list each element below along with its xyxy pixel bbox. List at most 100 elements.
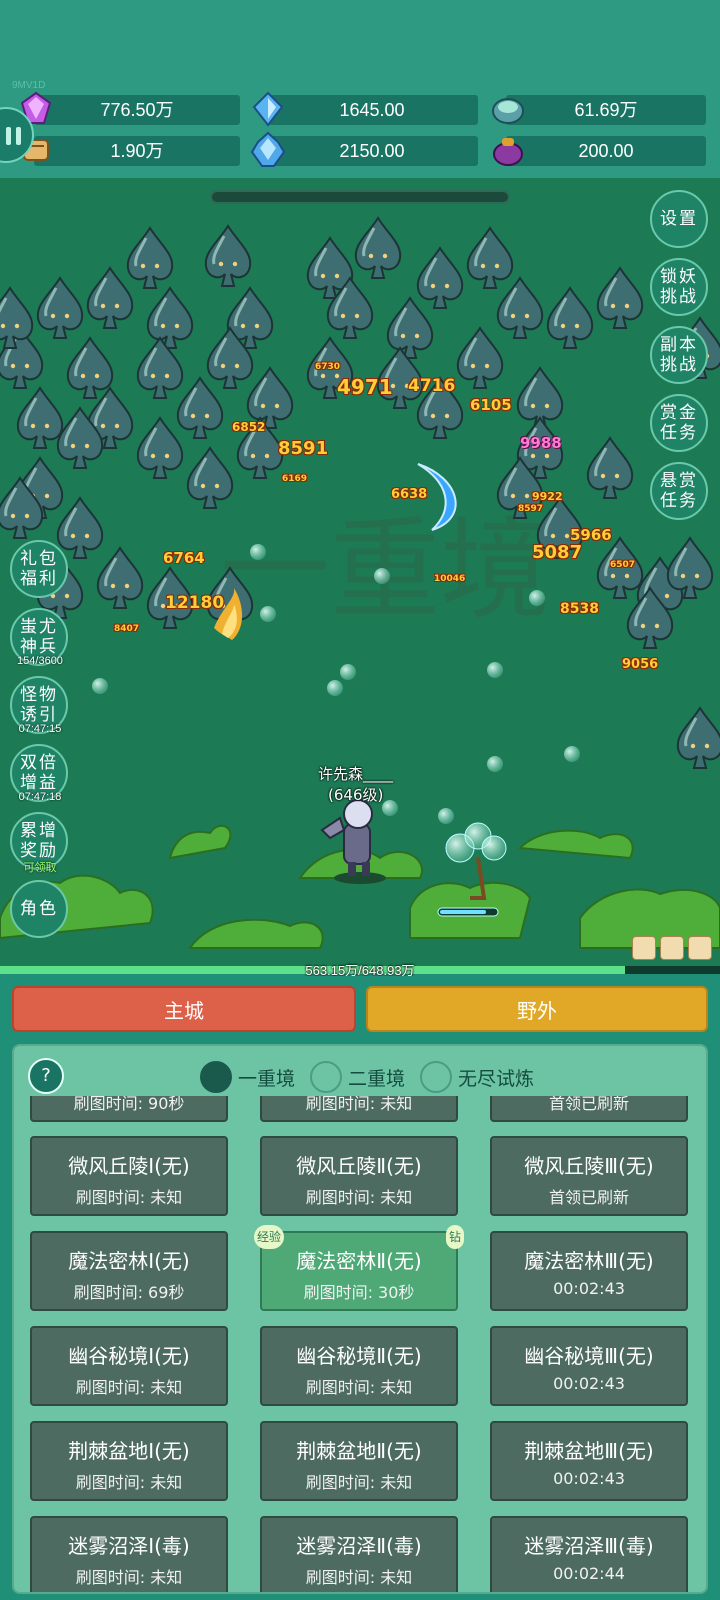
realm-option-1[interactable]: 一重境 xyxy=(200,1060,295,1094)
reward-claimable: 可领取 xyxy=(23,862,57,874)
radio-selected-icon xyxy=(200,1061,232,1093)
hand-icon[interactable] xyxy=(660,936,684,960)
button-label: 赏金任务 xyxy=(660,403,698,443)
auto-icon[interactable] xyxy=(632,936,656,960)
map-status: 00:02:43 xyxy=(553,1469,625,1488)
button-label: 累增奖励 xyxy=(20,821,58,861)
realm-label: 二重境 xyxy=(348,1067,406,1090)
map-title: 魔法密林Ⅰ(无) xyxy=(68,1249,190,1273)
settings-button[interactable]: 设置 xyxy=(650,190,708,248)
battle-scene-art: 一重境 xyxy=(0,178,720,968)
damage-number: 8407 xyxy=(114,624,140,634)
map-card[interactable]: 魔法密林Ⅰ(无) 刷图时间: 69秒 xyxy=(30,1231,228,1311)
resource-gems: 776.50万 xyxy=(20,91,240,125)
map-card[interactable]: 迷雾沼泽Ⅲ(毒) 00:02:44 xyxy=(490,1516,688,1592)
button-label: 角色 xyxy=(20,899,58,919)
button-label: 怪物诱引 xyxy=(20,685,58,725)
map-card[interactable]: 荆棘盆地Ⅲ(无) 00:02:43 xyxy=(490,1421,688,1501)
map-card[interactable]: 刷图时间: 90秒 xyxy=(30,1096,228,1122)
lure-timer: 07:47:15 xyxy=(18,723,62,735)
map-card[interactable]: 首领已刷新 xyxy=(490,1096,688,1122)
realm-option-3[interactable]: 无尽试炼 xyxy=(420,1060,534,1094)
map-card[interactable]: 迷雾沼泽Ⅱ(毒) 刷图时间: 未知 xyxy=(260,1516,458,1592)
realm-label: 无尽试炼 xyxy=(458,1067,535,1090)
damage-number: 6638 xyxy=(391,487,428,502)
button-label: 副本挑战 xyxy=(660,335,698,375)
map-card[interactable]: 荆棘盆地Ⅱ(无) 刷图时间: 未知 xyxy=(260,1421,458,1501)
damage-number: 4971 xyxy=(337,375,393,399)
main-city-button[interactable]: 主城 xyxy=(12,986,356,1032)
map-status: 刷图时间: 未知 xyxy=(75,1568,183,1587)
map-card[interactable]: 幽谷秘境Ⅲ(无) 00:02:43 xyxy=(490,1326,688,1406)
double-buff-timer: 07:47:18 xyxy=(18,791,62,803)
button-label: 双倍增益 xyxy=(20,753,58,793)
damage-number: 5087 xyxy=(532,542,583,563)
resource-value: 776.50万 xyxy=(100,100,174,120)
radio-unselected-icon xyxy=(310,1061,342,1093)
wild-button[interactable]: 野外 xyxy=(366,986,708,1032)
map-status: 刷图时间: 未知 xyxy=(305,1096,413,1113)
damage-number: 10046 xyxy=(434,574,466,584)
map-status: 刷图时间: 90秒 xyxy=(73,1096,185,1113)
damage-number: 8591 xyxy=(278,438,329,459)
map-status: 刷图时间: 69秒 xyxy=(73,1283,185,1302)
resource-scroll: 1.90万 xyxy=(23,136,240,166)
map-title: 微风丘陵Ⅲ(无) xyxy=(524,1154,654,1178)
damage-number: 6507 xyxy=(610,560,636,570)
damage-number: 6105 xyxy=(470,396,512,414)
map-title: 幽谷秘境Ⅰ(无) xyxy=(68,1344,190,1368)
resource-pouch: 200.00 xyxy=(493,136,706,166)
resource-value: 61.69万 xyxy=(574,100,638,120)
map-status: 00:02:43 xyxy=(553,1279,625,1298)
map-card[interactable]: 微风丘陵Ⅲ(无) 首领已刷新 xyxy=(490,1136,688,1216)
map-card[interactable]: 微风丘陵Ⅱ(无) 刷图时间: 未知 xyxy=(260,1136,458,1216)
button-label: 蚩尤神兵 xyxy=(20,617,58,657)
button-label: 设置 xyxy=(660,209,698,229)
map-card[interactable]: 幽谷秘境Ⅰ(无) 刷图时间: 未知 xyxy=(30,1326,228,1406)
help-button[interactable]: ? xyxy=(28,1058,64,1094)
damage-number: 9056 xyxy=(622,657,659,672)
realm-label: 一重境 xyxy=(238,1067,296,1090)
map-status: 刷图时间: 未知 xyxy=(305,1568,413,1587)
bounty-gold-task-button[interactable]: 赏金任务 xyxy=(650,394,708,452)
resource-crystal: 1645.00 xyxy=(252,91,478,127)
lock-demon-challenge-button[interactable]: 锁妖挑战 xyxy=(650,258,708,316)
map-title: 荆棘盆地Ⅰ(无) xyxy=(68,1439,190,1463)
battle-scene: 一重境 4971 4716 6105 8591 9988 6638 5966 5… xyxy=(0,178,720,968)
map-title: 魔法密林Ⅲ(无) xyxy=(524,1249,654,1273)
map-status: 刷图时间: 30秒 xyxy=(303,1283,415,1302)
map-card[interactable]: 荆棘盆地Ⅰ(无) 刷图时间: 未知 xyxy=(30,1421,228,1501)
damage-number: 6730 xyxy=(315,362,341,372)
character-button[interactable]: 角色 xyxy=(10,880,68,938)
damage-number: 6852 xyxy=(232,420,266,434)
map-title: 荆棘盆地Ⅱ(无) xyxy=(296,1439,422,1463)
map-title: 迷雾沼泽Ⅱ(毒) xyxy=(296,1534,422,1558)
button-label: 礼包福利 xyxy=(20,549,58,589)
damage-number: 9988 xyxy=(520,434,562,452)
dungeon-challenge-button[interactable]: 副本挑战 xyxy=(650,326,708,384)
damage-number: 8597 xyxy=(518,504,544,514)
gift-welfare-button[interactable]: 礼包福利 xyxy=(10,540,68,598)
map-card-selected[interactable]: 经验 钻 魔法密林Ⅱ(无) 刷图时间: 30秒 xyxy=(254,1225,464,1311)
map-card[interactable]: 幽谷秘境Ⅱ(无) 刷图时间: 未知 xyxy=(260,1326,458,1406)
resource-orb: 61.69万 xyxy=(492,95,706,125)
map-card[interactable]: 迷雾沼泽Ⅰ(毒) 刷图时间: 未知 xyxy=(30,1516,228,1592)
map-card[interactable]: 微风丘陵Ⅰ(无) 刷图时间: 未知 xyxy=(30,1136,228,1216)
map-status: 首领已刷新 xyxy=(548,1188,629,1207)
swap-icon[interactable] xyxy=(688,936,712,960)
damage-number: 6764 xyxy=(163,549,205,567)
resource-value: 2150.00 xyxy=(339,141,405,161)
button-label: 悬赏任务 xyxy=(660,471,698,511)
realm-option-2[interactable]: 二重境 xyxy=(310,1060,405,1094)
button-label: 锁妖挑战 xyxy=(660,267,698,307)
map-title: 微风丘陵Ⅱ(无) xyxy=(296,1154,422,1178)
map-title: 幽谷秘境Ⅱ(无) xyxy=(296,1344,422,1368)
map-card[interactable]: 魔法密林Ⅲ(无) 00:02:43 xyxy=(490,1231,688,1311)
map-card[interactable]: 刷图时间: 未知 xyxy=(260,1096,458,1122)
resource-value: 200.00 xyxy=(578,141,634,161)
damage-number: 12180 xyxy=(165,593,225,613)
reward-task-button[interactable]: 悬赏任务 xyxy=(650,462,708,520)
map-status: 刷图时间: 未知 xyxy=(75,1378,183,1397)
map-title: 幽谷秘境Ⅲ(无) xyxy=(524,1344,654,1368)
damage-number: 9922 xyxy=(532,490,563,503)
